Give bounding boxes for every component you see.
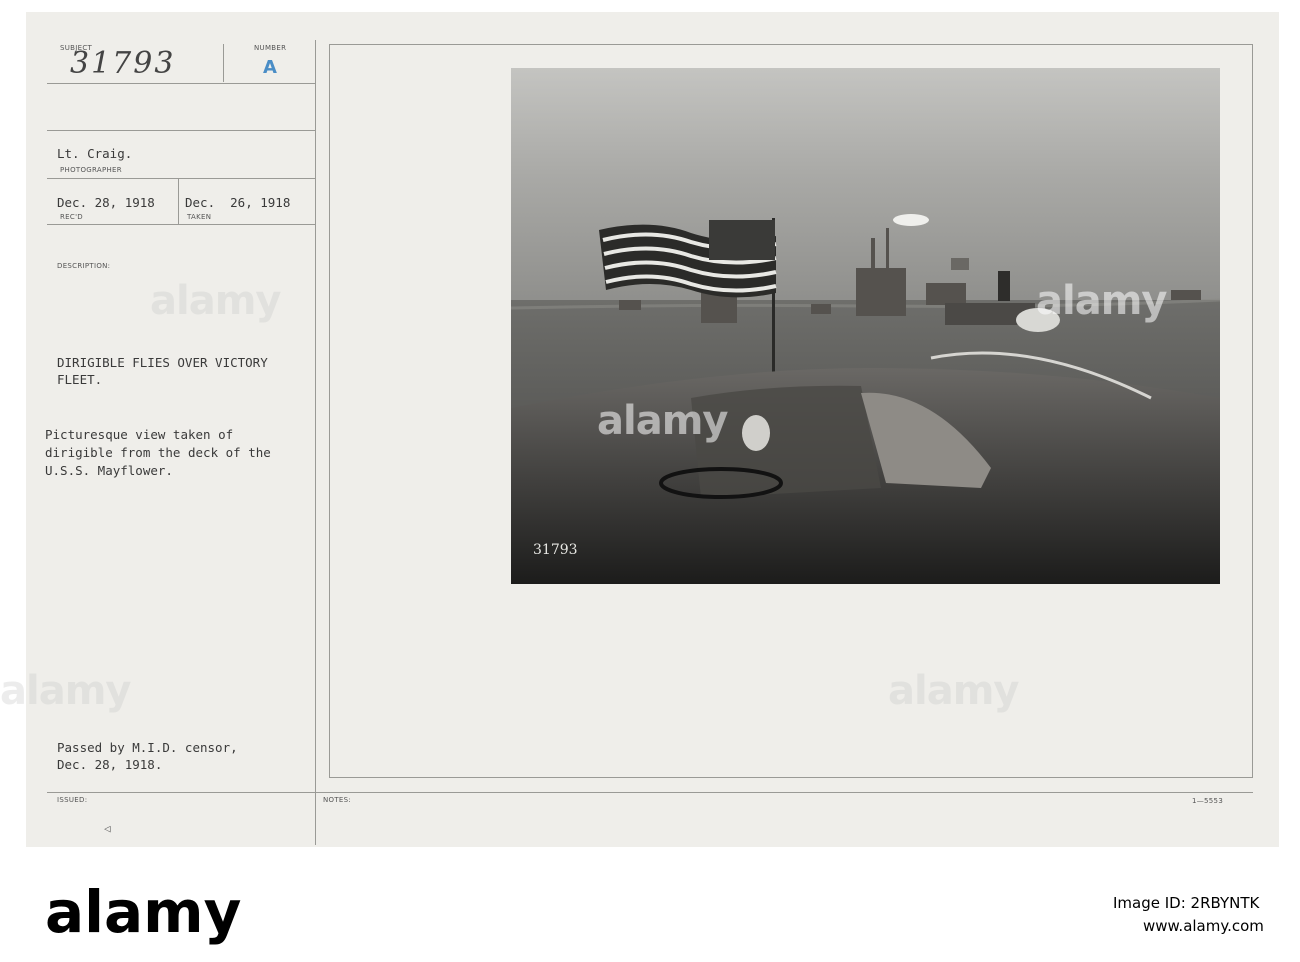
alamy-url: www.alamy.com (1143, 917, 1264, 935)
photo-frame-right (1252, 44, 1253, 777)
photographer-rule (47, 130, 315, 131)
photo-frame-left (329, 44, 330, 777)
dates-divider (178, 178, 179, 224)
photo-frame-top (329, 44, 1252, 45)
alamy-image-id: Image ID: 2RBYNTK (1113, 894, 1260, 912)
dirigible (893, 214, 929, 226)
dates-bottom-rule (47, 224, 315, 225)
alamy-logo: alamy (45, 878, 242, 946)
watermark-2: alamy (597, 398, 728, 444)
watermark-3: alamy (1036, 278, 1167, 324)
issued-notes-rule (47, 792, 1253, 793)
left-column-divider (315, 40, 316, 845)
subject-number-divider (223, 44, 224, 82)
received-date: Dec. 28, 1918 (57, 195, 155, 210)
form-code: 1—5553 (1192, 797, 1224, 805)
fleet-photograph: 31793 (511, 68, 1220, 584)
capstan (742, 415, 770, 451)
description-label: DESCRIPTION: (57, 262, 111, 270)
watermark-4: alamy (0, 668, 131, 714)
watermark-1: alamy (150, 278, 281, 324)
subject-number: 31793 (70, 46, 176, 81)
taken-label: TAKEN (187, 213, 212, 221)
header-rule (47, 83, 315, 84)
taken-date: Dec. 26, 1918 (185, 195, 291, 210)
description-line-2: dirigible from the deck of the (45, 445, 271, 460)
censor-line-2: Dec. 28, 1918. (57, 757, 163, 772)
arrow-mark-icon: ◁ (104, 822, 111, 835)
photographer-label: PHOTOGRAPHER (60, 166, 122, 174)
photographer-name: Lt. Craig. (57, 146, 133, 161)
number-label: NUMBER (254, 44, 287, 52)
notes-label: NOTES: (323, 796, 352, 804)
dates-top-rule (47, 178, 315, 179)
photo-frame-bottom (329, 777, 1253, 778)
received-label: REC'D (60, 213, 83, 221)
number-stamp: A (263, 57, 277, 78)
watermark-5: alamy (888, 668, 1019, 714)
description-line-1: Picturesque view taken of (45, 427, 234, 442)
headline-line-1: DIRIGIBLE FLIES OVER VICTORY (57, 355, 268, 370)
headline-line-2: FLEET. (57, 372, 103, 387)
photo-inscription: 31793 (533, 542, 578, 558)
photo-scene: 31793 (511, 68, 1220, 584)
censor-line-1: Passed by M.I.D. censor, (57, 740, 238, 755)
issued-label: ISSUED: (57, 796, 88, 804)
description-line-3: U.S.S. Mayflower. (45, 463, 173, 478)
